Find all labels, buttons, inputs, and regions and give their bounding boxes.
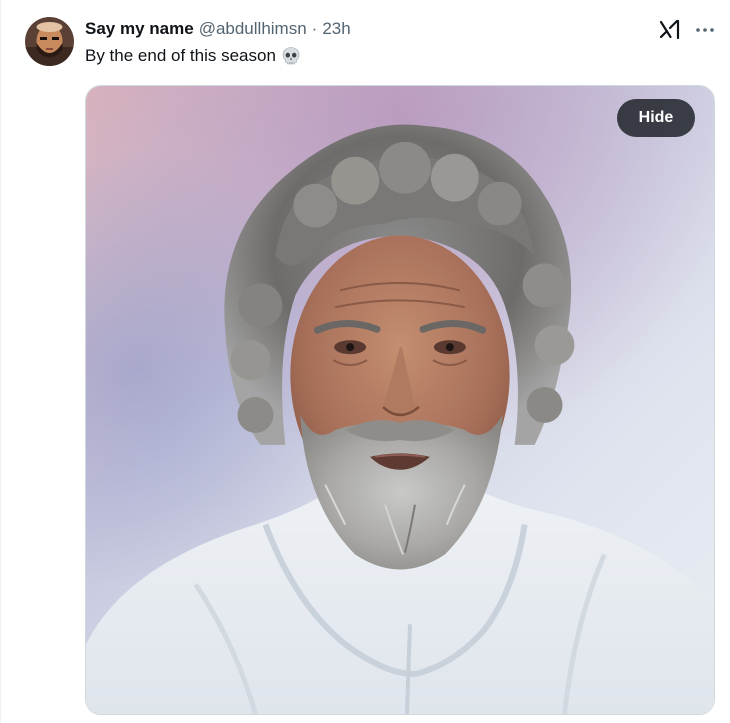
tweet-text: By the end of this season — [85, 44, 301, 68]
avatar[interactable] — [25, 17, 74, 66]
tweet-header: Say my name @abdullhimsn · 23h — [85, 18, 351, 40]
user-handle[interactable]: @abdullhimsn — [199, 18, 307, 40]
skull-emoji-icon — [282, 47, 300, 65]
timestamp[interactable]: 23h — [322, 18, 350, 40]
display-name[interactable]: Say my name — [85, 18, 194, 40]
hide-media-button[interactable]: Hide — [617, 99, 695, 137]
tweet-body: By the end of this season — [85, 46, 276, 65]
separator-dot: · — [311, 19, 318, 38]
media-photo — [86, 86, 714, 714]
more-options-icon[interactable] — [693, 18, 717, 42]
grok-icon[interactable] — [658, 18, 682, 42]
avatar-image — [25, 17, 74, 66]
tweet-media[interactable]: Hide — [85, 85, 715, 715]
tweet-card[interactable]: Say my name @abdullhimsn · 23h By the en… — [0, 0, 730, 723]
